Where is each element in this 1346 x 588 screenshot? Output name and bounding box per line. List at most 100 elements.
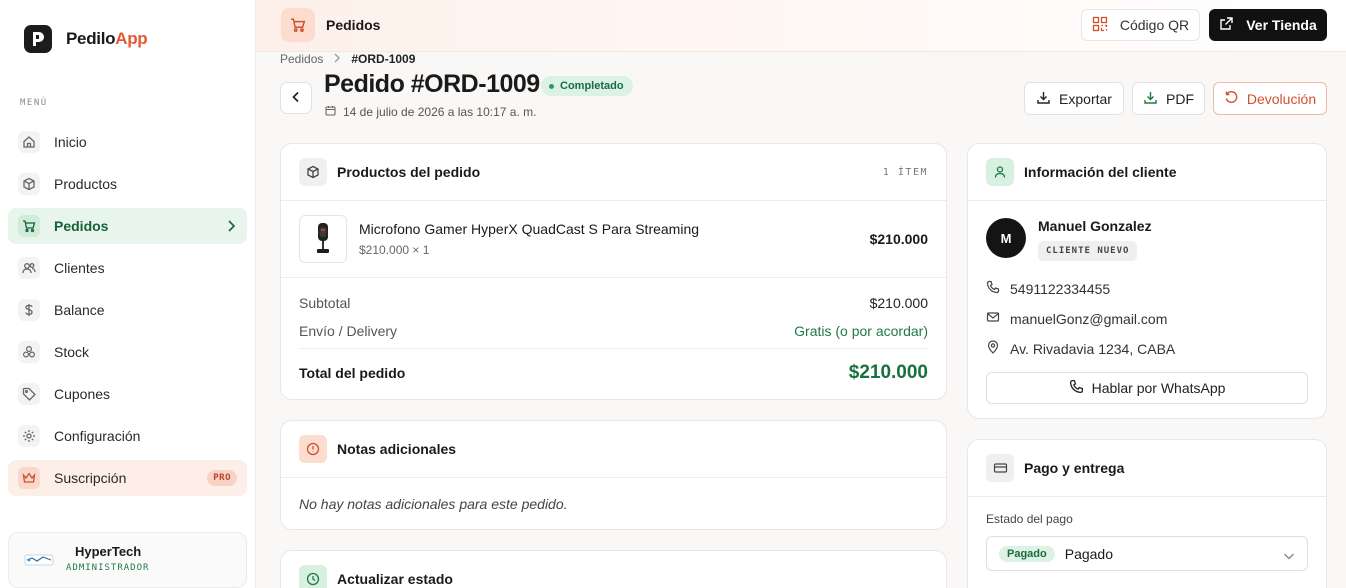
payment-status-label: Estado del pago <box>986 512 1073 526</box>
subtotal-value: $210.000 <box>869 295 928 311</box>
notes-card: Notas adicionales No hay notas adicional… <box>280 420 947 530</box>
update-status-header: Actualizar estado <box>281 551 946 588</box>
shipping-label: Envío / Delivery <box>299 323 398 339</box>
page-title: Pedido #ORD-1009 <box>324 70 540 98</box>
sidebar-item-inicio[interactable]: Inicio <box>8 124 247 160</box>
payment-card-header: Pago y entrega <box>968 440 1326 497</box>
sidebar-item-clientes[interactable]: Clientes <box>8 250 247 286</box>
summary-divider <box>299 348 928 349</box>
payment-status-select[interactable]: Pagado Pagado <box>986 536 1308 571</box>
whatsapp-label: Hablar por WhatsApp <box>1091 380 1226 396</box>
brand-logo[interactable]: PediloApp <box>24 25 148 53</box>
sidebar-item-label: Stock <box>54 344 90 360</box>
total-row: Total del pedido $210.000 <box>299 362 928 384</box>
customer-address: Av. Rivadavia 1234, CABA <box>986 340 1175 357</box>
user-icon <box>986 158 1014 186</box>
chevron-down-icon <box>1283 548 1295 564</box>
brand-name: PediloApp <box>66 29 148 48</box>
order-status-badge: Completado <box>541 76 633 96</box>
account-card[interactable]: HyperTech ADMINISTRADOR <box>8 532 247 588</box>
customer-type-badge: CLIENTE NUEVO <box>1038 241 1138 261</box>
top-bar: Pedidos Código QR Ver Tienda <box>256 0 1346 52</box>
subtotal-row: Subtotal $210.000 <box>299 295 928 311</box>
tag-icon <box>18 383 40 405</box>
account-name: HyperTech <box>75 544 142 559</box>
product-line-total: $210.000 <box>869 231 928 247</box>
view-store-button[interactable]: Ver Tienda <box>1209 9 1327 41</box>
chevron-left-icon <box>291 90 301 106</box>
status-dot-icon <box>549 83 554 89</box>
product-row[interactable]: Microfono Gamer HyperX QuadCast S Para S… <box>281 201 946 278</box>
credit-card-icon <box>986 454 1014 482</box>
qr-code-icon <box>1092 16 1108 35</box>
pdf-label: PDF <box>1166 90 1194 107</box>
customer-phone-text: 5491122334455 <box>1010 280 1111 297</box>
order-status-label: Completado <box>560 80 624 92</box>
update-status-card: Actualizar estado <box>280 550 947 588</box>
shipping-row: Envío / Delivery Gratis (o por acordar) <box>299 323 928 339</box>
order-date-text: 14 de julio de 2026 a las 10:17 a. m. <box>343 105 537 119</box>
sidebar-item-cupones[interactable]: Cupones <box>8 376 247 412</box>
dollar-icon <box>18 299 40 321</box>
pdf-button[interactable]: PDF <box>1132 82 1205 115</box>
download-icon <box>1143 90 1158 108</box>
sidebar-item-stock[interactable]: Stock <box>8 334 247 370</box>
order-date: 14 de julio de 2026 a las 10:17 a. m. <box>325 105 536 119</box>
refund-icon <box>1224 90 1239 108</box>
clock-icon <box>299 565 327 588</box>
breadcrumb-parent[interactable]: Pedidos <box>280 52 323 66</box>
customer-name: Manuel Gonzalez <box>1038 218 1152 234</box>
download-icon <box>1036 90 1051 108</box>
sidebar-item-label: Cupones <box>54 386 111 402</box>
logo-mark-icon <box>24 25 52 53</box>
sidebar-item-pedidos[interactable]: Pedidos <box>8 208 247 244</box>
crown-icon <box>18 467 40 489</box>
gear-icon <box>18 425 40 447</box>
phone-icon <box>986 280 1000 297</box>
qr-code-button[interactable]: Código QR <box>1081 9 1200 41</box>
calendar-icon <box>325 105 336 119</box>
product-name: Microfono Gamer HyperX QuadCast S Para S… <box>359 221 700 237</box>
map-pin-icon <box>986 340 1000 357</box>
mail-icon <box>986 310 1000 327</box>
payment-card-title: Pago y entrega <box>1024 460 1125 476</box>
sidebar-item-configuracion[interactable]: Configuración <box>8 418 247 454</box>
customer-address-text: Av. Rivadavia 1234, CABA <box>1010 340 1176 357</box>
pro-badge: PRO <box>207 470 237 486</box>
breadcrumb: Pedidos #ORD-1009 <box>280 52 415 66</box>
products-card: Productos del pedido 1 ÍTEM Microfono Ga… <box>280 143 947 400</box>
sidebar-nav: Inicio Productos Pedidos Clientes Balanc… <box>8 124 247 502</box>
sidebar-item-suscripcion[interactable]: Suscripción PRO <box>8 460 247 496</box>
sidebar-item-label: Clientes <box>54 260 105 276</box>
sidebar-item-productos[interactable]: Productos <box>8 166 247 202</box>
items-count: 1 ÍTEM <box>882 167 928 178</box>
breadcrumb-current: #ORD-1009 <box>351 52 416 66</box>
products-card-header: Productos del pedido 1 ÍTEM <box>281 144 946 201</box>
cart-icon <box>281 8 315 42</box>
sidebar-item-label: Productos <box>54 176 118 192</box>
whatsapp-button[interactable]: Hablar por WhatsApp <box>986 372 1308 404</box>
shipping-value: Gratis (o por acordar) <box>794 323 928 339</box>
refund-button[interactable]: Devolución <box>1213 82 1327 115</box>
box-icon <box>299 158 327 186</box>
total-label: Total del pedido <box>299 365 406 381</box>
product-thumbnail <box>299 215 347 263</box>
payment-status-value: Pagado <box>1064 545 1114 562</box>
subtotal-label: Subtotal <box>299 295 351 311</box>
products-card-title: Productos del pedido <box>337 164 481 180</box>
sidebar-item-balance[interactable]: Balance <box>8 292 247 328</box>
customer-card: Información del cliente M Manuel Gonzale… <box>967 143 1327 419</box>
customer-email[interactable]: manuelGonz@gmail.com <box>986 310 1167 327</box>
notes-card-header: Notas adicionales <box>281 421 946 478</box>
account-role: ADMINISTRADOR <box>66 563 150 573</box>
sidebar-item-label: Pedidos <box>54 218 109 234</box>
total-value: $210.000 <box>848 362 928 383</box>
back-button[interactable] <box>280 82 312 114</box>
view-store-label: Ver Tienda <box>1246 17 1317 33</box>
menu-label: MENÚ <box>20 98 48 108</box>
external-link-icon <box>1219 16 1234 34</box>
top-bar-title: Pedidos <box>326 17 381 33</box>
alert-circle-icon <box>299 435 327 463</box>
customer-phone[interactable]: 5491122334455 <box>986 280 1110 297</box>
export-button[interactable]: Exportar <box>1024 82 1124 115</box>
